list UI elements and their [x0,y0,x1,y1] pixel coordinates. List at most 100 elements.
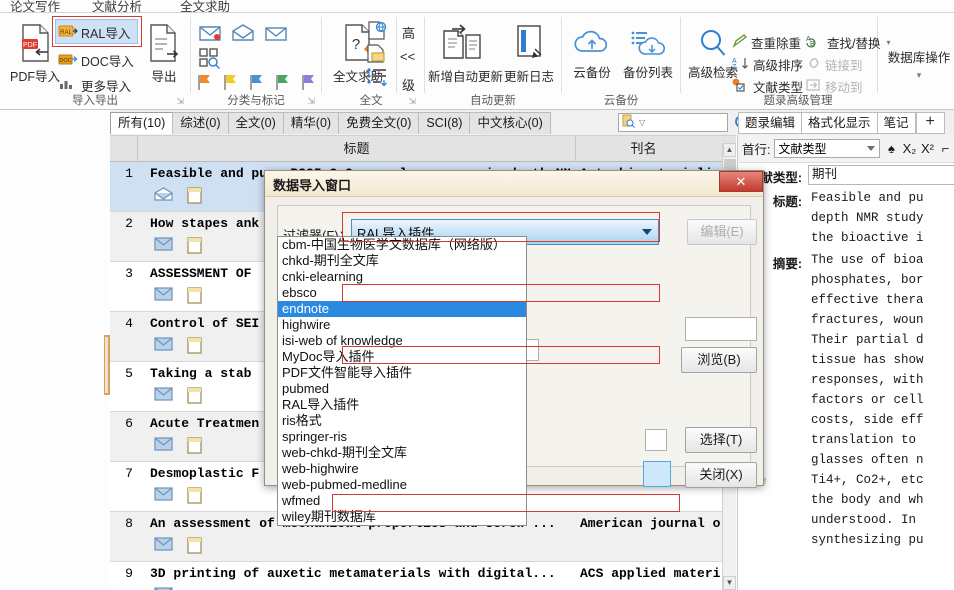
dialog-launcher-icon[interactable]: ⇲ [408,96,416,107]
note-icon[interactable] [187,337,202,357]
dropdown-item[interactable]: ebsco [278,285,526,301]
search-scope-icon[interactable] [622,114,636,131]
backup-list-button[interactable]: 备份列表 [620,27,676,81]
subscript-icon[interactable]: X₂ [902,141,917,156]
top-tab-fulltext-help[interactable]: 全文求助 [180,0,230,12]
dropdown-item-selected[interactable]: endnote [278,301,526,317]
find-replace-button[interactable]: A B 查找/替换 ▾ [806,33,891,52]
envelope-icon[interactable] [154,237,173,257]
flag-blue-icon[interactable] [248,73,264,94]
dialog-launcher-icon[interactable]: ⇲ [176,96,184,107]
chevron-down-icon[interactable] [867,146,876,151]
copy-doc-icon-wrap[interactable] [366,44,388,67]
close-button[interactable]: 关闭(X) [685,462,757,488]
chevron-down-icon[interactable]: ▾ [886,70,952,81]
ral-import-button[interactable]: RAL RAL导入 [58,23,130,42]
chevron-down-icon[interactable] [642,229,652,235]
add-tab-button[interactable]: + [915,112,945,134]
chevron-down-icon[interactable]: ▽ [639,118,645,127]
dialog-launcher-icon[interactable]: ⇲ [307,96,315,107]
dropdown-item[interactable]: wiley期刊数据库 [278,509,526,525]
dropdown-item[interactable]: pubmed [278,381,526,397]
tab-formatted-display[interactable]: 格式化显示 [801,112,878,134]
filter-dropdown-list[interactable]: cbm-中国生物医学文数据库（网络版） chkd-期刊全文库 cnki-elea… [277,236,527,526]
advanced-sort-button[interactable]: A Z 高级排序 [732,55,803,74]
dropdown-item[interactable]: wiley数据库 [278,525,526,526]
dropdown-item[interactable]: web-chkd-期刊全文库 [278,445,526,461]
web-doc-icon-wrap[interactable] [366,21,388,44]
chevron-down-icon[interactable]: ▾ [886,38,890,47]
list-header-title[interactable]: 标题 [138,136,576,162]
doc-type-button[interactable]: 文献类型 [732,77,803,96]
dropdown-item[interactable]: highwire [278,317,526,333]
envelope-open-icon[interactable] [231,23,255,46]
level-collapse-button[interactable]: << [400,49,415,64]
dropdown-item[interactable]: PDF文件智能导入插件 [278,365,526,381]
note-icon[interactable] [187,487,202,507]
envelope-unread-icon[interactable] [198,23,222,46]
tab-all[interactable]: 所有(10) [110,112,174,134]
note-icon[interactable] [187,387,202,407]
dropdown-item[interactable]: springer-ris [278,429,526,445]
more-tools-icon[interactable]: ⌐ [938,141,952,156]
dropdown-item[interactable]: MyDoc导入插件 [278,349,526,365]
update-log-button[interactable]: 更新日志 [500,23,558,85]
tab-essence[interactable]: 精华(0) [282,112,340,134]
up-triangle-icon[interactable]: ♠ [884,141,898,156]
envelope-icon[interactable] [154,437,173,457]
dropdown-item[interactable]: ris格式 [278,413,526,429]
move-to-button[interactable]: 移动到 [806,77,863,96]
note-icon[interactable] [187,187,202,207]
tab-record-edit[interactable]: 题录编辑 [738,112,803,134]
tab-fulltext[interactable]: 全文(0) [227,112,284,134]
dialog-titlebar[interactable]: 数据导入窗口 ✕ [265,171,763,197]
target-folder-input[interactable] [645,429,667,451]
edit-button[interactable]: 编辑(E) [687,219,757,245]
envelope-closed-icon[interactable] [264,23,288,46]
export-button[interactable]: 导出 [140,23,188,85]
scroll-down-button[interactable]: ▼ [723,576,736,590]
scroll-up-button[interactable]: ▲ [723,143,736,157]
note-icon[interactable] [187,237,202,257]
flag-orange-icon[interactable] [196,73,212,94]
browse-button[interactable]: 浏览(B) [681,347,757,373]
level-gao-button[interactable]: 高 [402,23,415,42]
tab-free-fulltext[interactable]: 免费全文(0) [338,112,420,134]
tab-review[interactable]: 综述(0) [172,112,229,134]
envelope-icon[interactable] [154,287,173,307]
dropdown-item[interactable]: chkd-期刊全文库 [278,253,526,269]
superscript-icon[interactable]: X² [920,141,934,156]
dropdown-item[interactable]: wfmed [278,493,526,509]
dedupe-button[interactable]: 查重除重 [732,33,801,52]
envelope-icon[interactable] [154,487,173,507]
search-input[interactable]: ▽ [618,113,728,132]
dropdown-item[interactable]: web-highwire [278,461,526,477]
list-header-journal[interactable]: 刊名 [577,136,710,162]
field-value-title[interactable]: Feasible and pu depth NMR study the bioa… [808,187,954,251]
field-value-abstract[interactable]: The use of bioa phosphates, bor effectiv… [808,249,954,579]
close-icon[interactable]: ✕ [719,171,763,192]
folder-pick-button[interactable] [643,461,671,487]
first-line-select[interactable]: 文献类型 [774,139,881,158]
table-row[interactable]: 9 3D printing of auxetic metamaterials w… [110,562,722,590]
flag-yellow-icon[interactable] [222,73,238,94]
link-to-button[interactable]: 链接到 [806,55,863,74]
envelope-icon[interactable] [154,187,173,207]
aux-field[interactable] [685,317,757,341]
note-icon[interactable] [187,537,202,557]
flag-purple-icon[interactable] [300,73,316,94]
dropdown-item[interactable]: isi-web of knowledge [278,333,526,349]
doc-import-button[interactable]: DOC DOC导入 [58,51,134,70]
note-icon[interactable] [187,287,202,307]
tab-sci[interactable]: SCI(8) [418,112,471,134]
db-ops-button[interactable]: 数据库操作 ▾ [886,47,952,81]
field-value-doc-type[interactable]: 期刊 [808,165,954,185]
dropdown-item[interactable]: cbm-中国生物医学文数据库（网络版） [278,237,526,253]
cloud-backup-button[interactable]: 云备份 [566,27,618,81]
dropdown-item[interactable]: web-pubmed-medline [278,477,526,493]
level-ji-button[interactable]: 级 [402,75,415,94]
tab-notes[interactable]: 笔记 [876,112,916,134]
grid-search-icon[interactable] [198,47,228,72]
new-auto-update-button[interactable]: 新增自动更新 [428,23,503,85]
tab-chinese-core[interactable]: 中文核心(0) [469,112,551,134]
